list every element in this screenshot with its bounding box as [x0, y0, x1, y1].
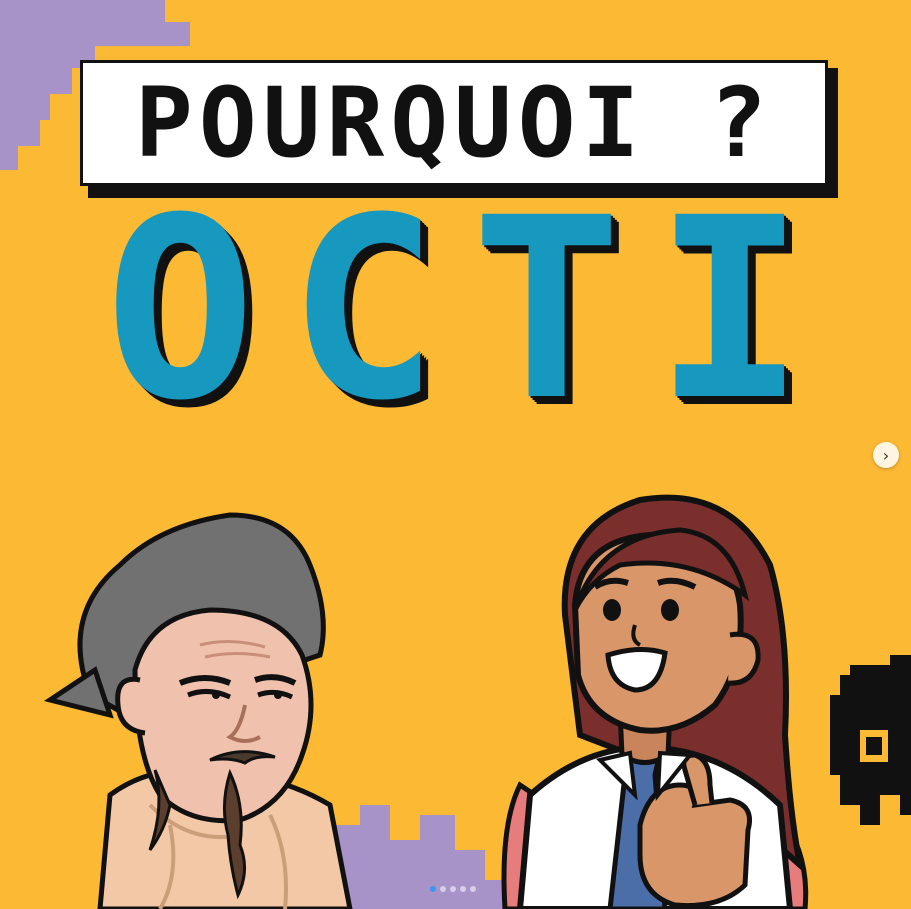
carousel-pagination — [430, 886, 476, 892]
carousel-slide: POURQUOI ? O C T I › — [0, 0, 911, 909]
pagination-dot[interactable] — [430, 886, 436, 892]
headline-letter-i: I — [654, 164, 805, 455]
philosopher-illustration — [43, 512, 353, 909]
chevron-right-icon: › — [882, 445, 890, 465]
pagination-dot[interactable] — [460, 886, 466, 892]
headline-letter-o: O — [105, 164, 256, 455]
page-title: POURQUOI ? — [135, 67, 773, 179]
pagination-dot[interactable] — [450, 886, 456, 892]
pixel-octopus-icon — [830, 655, 911, 825]
student-girl-illustration — [501, 494, 809, 909]
carousel-next-button[interactable]: › — [873, 442, 899, 468]
headline-octi: O C T I — [105, 185, 805, 435]
headline-letter-t: T — [471, 164, 622, 455]
headline-letter-c: C — [288, 164, 439, 455]
pagination-dot[interactable] — [470, 886, 476, 892]
pagination-dot[interactable] — [440, 886, 446, 892]
